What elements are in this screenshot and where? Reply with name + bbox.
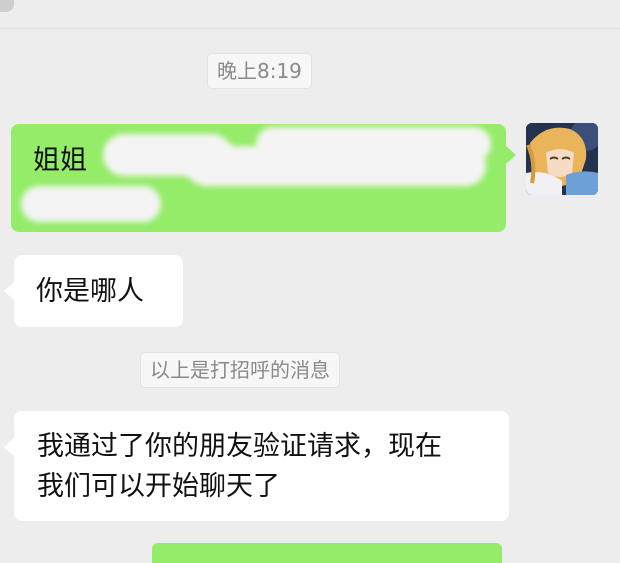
sent-message-bubble[interactable]: 姐姐 (11, 124, 506, 232)
divider (0, 28, 620, 29)
message-timestamp: 晚上8:19 (207, 53, 312, 89)
anime-girl-avatar-icon[interactable] (526, 123, 598, 195)
bubble-tail (506, 146, 516, 164)
message-line: 我通过了你的朋友验证请求，现在 (37, 431, 442, 462)
received-message-bubble[interactable]: 你是哪人 (14, 255, 183, 327)
bubble-tail (4, 282, 14, 300)
received-message-bubble[interactable]: 我通过了你的朋友验证请求，现在 我们可以开始聊天了 (14, 411, 509, 521)
top-bar (0, 0, 620, 28)
redaction-blur (21, 186, 161, 222)
redaction-blur (256, 127, 491, 161)
sent-message-bubble-partial[interactable] (152, 543, 502, 563)
greeting-notice: 以上是打招呼的消息 (140, 352, 340, 388)
bubble-tail (4, 438, 14, 456)
received-message-text: 你是哪人 (36, 276, 144, 307)
sent-message-text: 姐姐 (33, 145, 87, 176)
message-line: 我们可以开始聊天了 (37, 471, 280, 502)
